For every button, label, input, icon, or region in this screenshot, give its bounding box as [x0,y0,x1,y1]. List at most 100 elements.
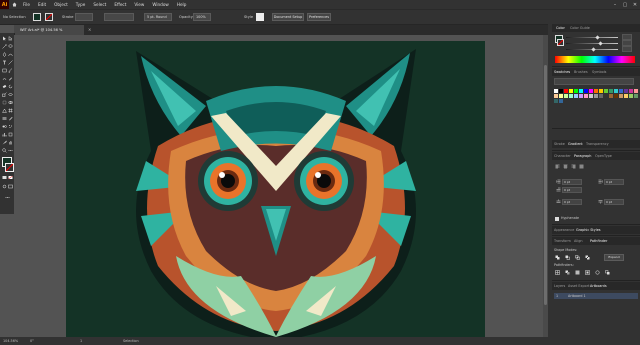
menu-file[interactable]: File [19,0,34,9]
artboard-row[interactable]: 1 Artboard 1 [554,293,638,299]
rectangle-tool-icon[interactable] [2,68,7,73]
swatch-chip[interactable] [564,94,568,98]
swatch-chip[interactable] [609,94,613,98]
close-tab-icon[interactable]: × [88,25,94,35]
perspective-grid-tool-icon[interactable] [2,108,7,113]
tab-transform[interactable]: Transform [554,237,571,245]
swatch-chip[interactable] [554,89,558,93]
red-slider-knob[interactable] [595,35,600,40]
swatch-chip[interactable] [584,89,588,93]
artboard-navigation[interactable]: 1 [80,337,82,345]
variable-width-field[interactable] [104,13,134,21]
divide-icon[interactable] [555,270,560,275]
direct-selection-tool-icon[interactable] [8,36,13,41]
swatch-chip[interactable] [619,89,623,93]
fill-swatch[interactable] [33,13,41,21]
zoom-tool-icon[interactable] [2,148,7,153]
red-slider[interactable] [566,37,618,38]
none-mode-icon[interactable] [8,175,13,180]
swatch-chip[interactable] [624,89,628,93]
menu-window[interactable]: Window [148,0,173,9]
swatch-chip[interactable] [579,89,583,93]
close-window-icon[interactable]: ✕ [630,0,640,9]
hand-tool-icon[interactable] [8,140,13,145]
color-spectrum[interactable] [555,56,635,63]
swatch-chip[interactable] [564,89,568,93]
column-graph-tool-icon[interactable] [2,132,7,137]
outline-icon[interactable] [595,270,600,275]
pen-tool-icon[interactable] [2,52,7,57]
swatch-chip[interactable] [589,94,593,98]
tab-swatches[interactable]: Swatches [554,68,570,76]
mesh-tool-icon[interactable] [8,108,13,113]
tab-asset-export[interactable]: Asset Export [568,282,589,290]
tab-artboards[interactable]: Artboards [590,282,607,290]
green-slider-knob[interactable] [598,41,603,46]
tab-color[interactable]: Color [556,24,565,32]
swatch-chip[interactable] [634,89,638,93]
free-transform-tool-icon[interactable] [2,100,7,105]
tab-pathfinder[interactable]: Pathfinder [590,237,607,245]
swatch-chip[interactable] [594,89,598,93]
symbol-sprayer-tool-icon[interactable] [8,124,13,129]
align-right-icon[interactable] [571,164,576,169]
more-tools-icon[interactable] [8,148,13,153]
curvature-tool-icon[interactable] [8,52,13,57]
magic-wand-tool-icon[interactable] [2,44,7,49]
swatch-chip[interactable] [604,89,608,93]
stroke-color-proxy[interactable] [5,163,14,172]
blue-slider-knob[interactable] [591,47,596,52]
minimize-icon[interactable]: – [610,0,620,9]
eraser-tool-icon[interactable] [2,84,7,89]
gradient-tool-icon[interactable] [2,116,7,121]
draw-mode-icon[interactable] [2,184,7,189]
blend-tool-icon[interactable] [2,124,7,129]
swatch-chip[interactable] [634,94,638,98]
tab-color-guide[interactable]: Color Guide [570,24,590,32]
opacity-field[interactable]: 100% [193,13,211,21]
brush-definition-field[interactable]: 5 pt. Round [144,13,172,21]
color-stroke-proxy[interactable] [557,39,564,46]
swatch-chip[interactable] [569,94,573,98]
tab-opentype[interactable]: OpenType [595,152,612,160]
swatch-search-field[interactable] [554,78,634,85]
color-mode-icon[interactable] [2,175,7,180]
document-tab[interactable]: WIT Art.ai* @ 104.56 % (RGB/Preview) [14,25,84,42]
tab-stroke[interactable]: Stroke [554,140,565,148]
align-center-icon[interactable] [563,164,568,169]
swatch-chip[interactable] [629,89,633,93]
justify-icon[interactable] [579,164,584,169]
menu-effect[interactable]: Effect [110,0,130,9]
minus-back-icon[interactable] [605,270,610,275]
menu-help[interactable]: Help [173,0,191,9]
swatch-chip[interactable] [589,89,593,93]
right-indent-field[interactable]: 0 pt [604,179,624,185]
tab-transparency[interactable]: Transparency [586,140,609,148]
slice-tool-icon[interactable] [2,140,7,145]
blue-value-field[interactable] [622,46,632,52]
swatch-chip[interactable] [579,94,583,98]
menu-type[interactable]: Type [72,0,90,9]
lasso-tool-icon[interactable] [8,44,13,49]
tab-character[interactable]: Character [554,152,571,160]
tab-symbols[interactable]: Symbols [592,68,606,76]
swatch-chip[interactable] [614,89,618,93]
swatch-chip[interactable] [599,94,603,98]
swatch-chip[interactable] [614,94,618,98]
preferences-button[interactable]: Preferences [307,13,331,21]
maximize-icon[interactable]: ▢ [620,0,630,9]
swatch-chip[interactable] [554,94,558,98]
line-tool-icon[interactable] [8,60,13,65]
menu-object[interactable]: Object [50,0,72,9]
swatch-chip[interactable] [559,99,563,103]
swatch-chip[interactable] [609,89,613,93]
tab-brushes[interactable]: Brushes [574,68,588,76]
first-line-indent-field[interactable]: 0 pt [562,187,582,193]
shape-builder-tool-icon[interactable] [8,100,13,105]
merge-icon[interactable] [575,270,580,275]
rotate-tool-icon[interactable] [8,84,13,89]
screen-mode-icon[interactable] [8,184,13,189]
tab-appearance[interactable]: Appearance [554,226,574,234]
left-indent-field[interactable]: 0 pt [562,179,582,185]
menu-select[interactable]: Select [89,0,110,9]
